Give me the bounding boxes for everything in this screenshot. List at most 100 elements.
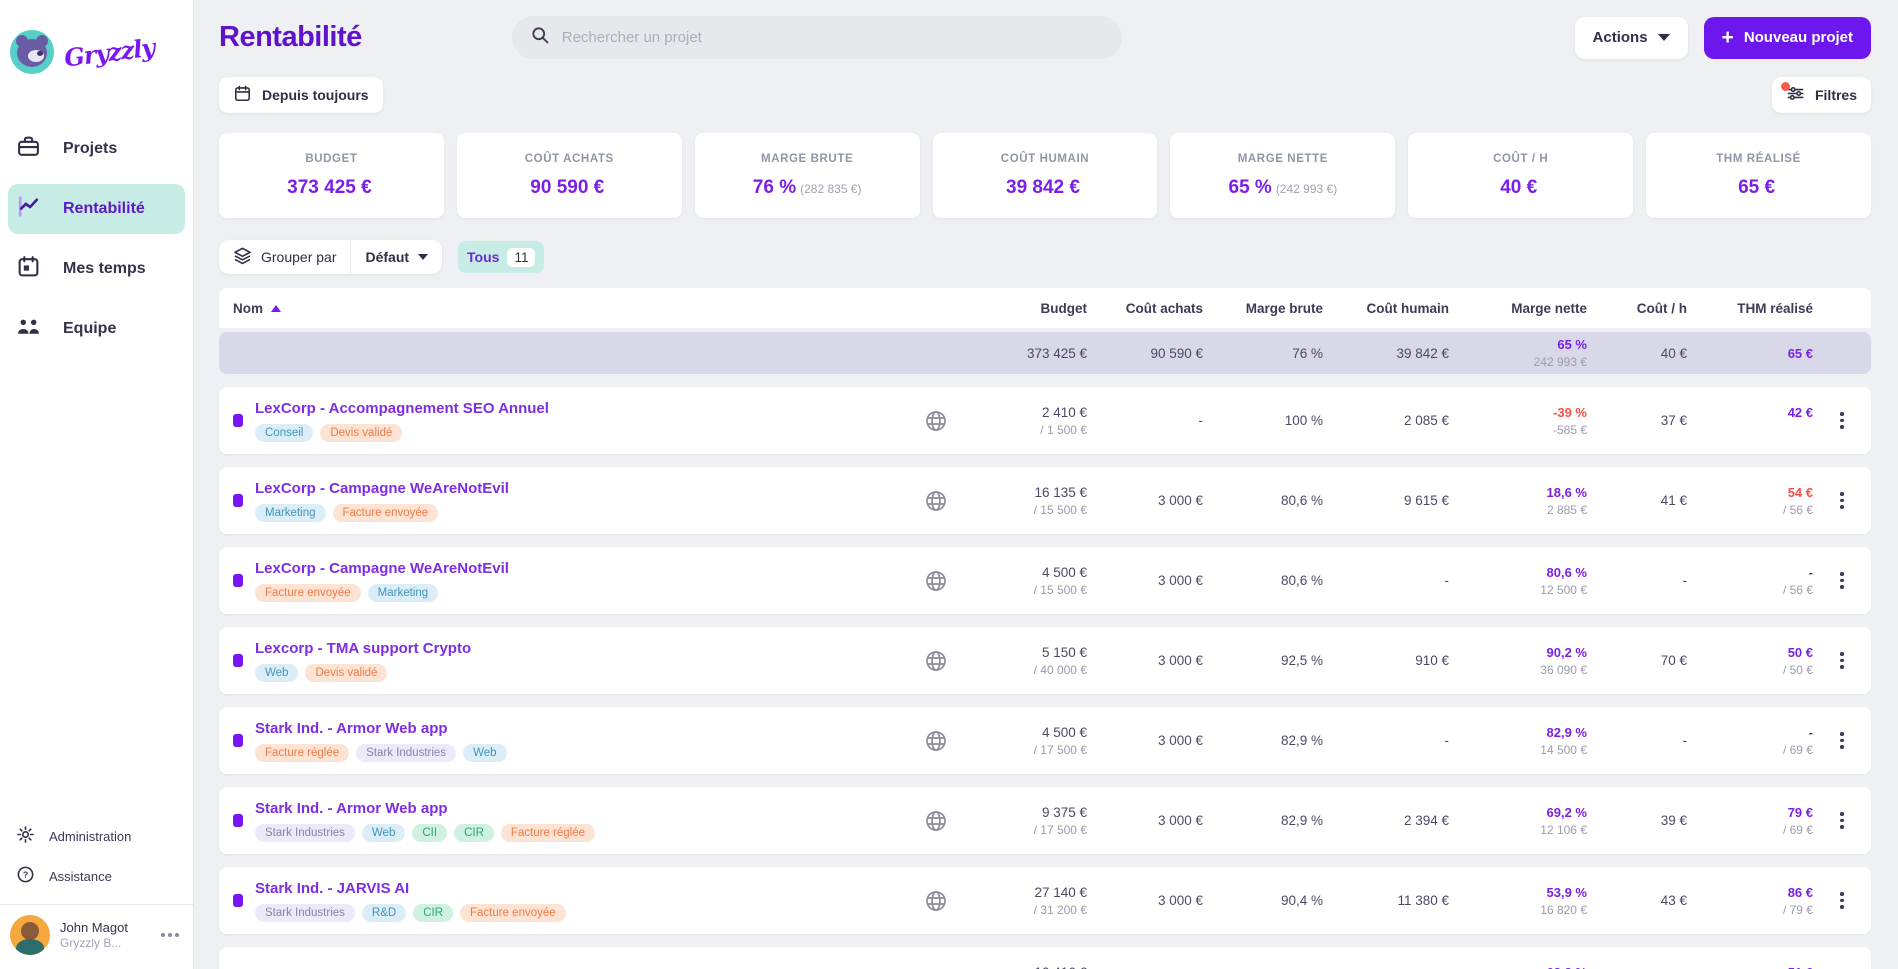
project-color-dot: [233, 654, 243, 667]
table-row[interactable]: Lexcorp - TMA support Crypto Web Devis v…: [219, 627, 1871, 694]
globe-icon[interactable]: [924, 649, 948, 673]
column-header-nom[interactable]: Nom: [233, 301, 905, 316]
tag-pill: CIR: [454, 823, 494, 842]
cell-thm-sub: / 69 €: [1782, 742, 1813, 757]
column-header[interactable]: Coût humain: [1331, 301, 1450, 316]
column-header[interactable]: Coût achats: [1095, 301, 1203, 316]
row-menu-icon[interactable]: [1835, 407, 1849, 434]
tab-count-badge: 11: [507, 247, 536, 267]
search-input[interactable]: [561, 29, 1104, 46]
table-row[interactable]: Stark Ind. - JARVIS AI Stark Industries …: [219, 867, 1871, 934]
sidebar-item-label: Equipe: [63, 320, 117, 337]
column-header[interactable]: Marge brute: [1211, 301, 1323, 316]
project-name-link[interactable]: Stark Ind. - JARVIS AI: [255, 880, 566, 897]
sidebar-item-administration[interactable]: Administration: [8, 818, 185, 854]
calendar-icon: [233, 84, 252, 106]
row-menu-icon[interactable]: [1835, 647, 1849, 674]
cell-budget: 9 375 €: [1041, 804, 1087, 820]
user-company: Gryzzly B...: [60, 936, 122, 951]
sidebar-item-label: Projets: [63, 140, 118, 157]
column-header[interactable]: Coût / h: [1595, 301, 1687, 316]
table-row[interactable]: LexCorp - Campagne WeAreNotEvil Marketin…: [219, 467, 1871, 534]
search-bar[interactable]: [511, 16, 1122, 59]
table-row[interactable]: Stark Ind. - Armor Web app Facture réglé…: [219, 707, 1871, 774]
cell-brute: 80,6 %: [1280, 493, 1323, 508]
date-filter-button[interactable]: Depuis toujours: [219, 77, 383, 113]
row-menu-icon[interactable]: [1835, 487, 1849, 514]
cell-budget-sub: / 15 500 €: [1033, 582, 1087, 597]
table-row[interactable]: Stark Ind. - Armor Web app Stark Industr…: [219, 787, 1871, 854]
project-tags: Conseil Devis validé: [255, 423, 549, 442]
cell-achats: 3 000 €: [1157, 573, 1203, 588]
app-avatar-icon[interactable]: [10, 30, 54, 74]
globe-icon[interactable]: [924, 489, 948, 513]
group-by-button[interactable]: Grouper par: [219, 240, 352, 274]
cell-thm: -: [1808, 564, 1813, 580]
sidebar-item-equipe[interactable]: Equipe: [8, 304, 185, 354]
user-avatar: [10, 915, 50, 955]
project-name-link[interactable]: Stark Ind. - Armor Web app: [255, 800, 595, 817]
row-menu-icon[interactable]: [1835, 727, 1849, 754]
project-name-link[interactable]: LexCorp - Campagne WeAreNotEvil: [255, 480, 509, 497]
column-header[interactable]: Budget: [967, 301, 1088, 316]
summary-nette: 65 %: [1557, 337, 1587, 352]
cell-brute: 82,9 %: [1280, 733, 1323, 748]
actions-button[interactable]: Actions: [1574, 16, 1688, 59]
user-menu-icon[interactable]: [157, 929, 183, 941]
column-header[interactable]: THM réalisé: [1695, 301, 1813, 316]
summary-budget: 373 425 €: [1026, 345, 1087, 361]
kpi-value: 65 €: [1738, 176, 1776, 198]
chevron-down-icon: [418, 254, 429, 260]
tab-tous[interactable]: Tous 11: [458, 241, 545, 273]
sidebar-item-projets[interactable]: Projets: [8, 124, 185, 174]
tag-pill: Facture réglée: [500, 823, 596, 842]
cell-thm: 54 €: [1787, 484, 1813, 500]
project-name-link[interactable]: LexCorp - Campagne WeAreNotEvil: [255, 560, 509, 577]
project-tags: Facture réglée Stark Industries Web: [255, 743, 507, 762]
row-menu-icon[interactable]: [1835, 887, 1849, 914]
sidebar-item-mes-temps[interactable]: Mes temps: [8, 244, 185, 294]
cell-budget-sub: / 17 500 €: [1033, 742, 1087, 757]
new-project-button[interactable]: + Nouveau projet: [1703, 16, 1871, 59]
globe-icon[interactable]: [924, 409, 948, 433]
cell-budget-sub: / 17 500 €: [1033, 822, 1087, 837]
globe-icon[interactable]: [924, 569, 948, 593]
plus-icon: +: [1721, 26, 1734, 49]
project-name-link[interactable]: Lexcorp - TMA support Crypto: [255, 640, 471, 657]
row-menu-icon[interactable]: [1835, 567, 1849, 594]
table-body: LexCorp - Accompagnement SEO Annuel Cons…: [219, 387, 1871, 969]
project-name-link[interactable]: Stark Ind. - Armor Web app: [255, 720, 507, 737]
tag-pill: Facture réglée: [255, 743, 350, 762]
cell-thm-sub: / 79 €: [1782, 902, 1813, 917]
table-row[interactable]: LexCorp - Campagne WeAreNotEvil Facture …: [219, 547, 1871, 614]
sidebar-item-rentabilite[interactable]: Rentabilité: [8, 184, 185, 234]
user-card[interactable]: John Magot Gryzzly B...: [0, 904, 193, 969]
chevron-down-icon: [1657, 34, 1670, 41]
tag-pill: Conseil: [255, 423, 314, 442]
cell-cout-h: 37 €: [1660, 413, 1687, 428]
briefcase-icon: [16, 134, 41, 164]
sidebar-item-label: Rentabilité: [63, 200, 145, 217]
table-row[interactable]: LexCorp - Accompagnement SEO Annuel Cons…: [219, 387, 1871, 454]
column-header[interactable]: Marge nette: [1457, 301, 1587, 316]
table-row[interactable]: Stark Ind. - Opé lancement Model MK2 10 …: [219, 947, 1871, 969]
group-by-value-dropdown[interactable]: Défaut: [351, 240, 442, 274]
cell-budget: 10 416 €: [967, 965, 1087, 969]
kpi-card: BUDGET 373 425 €: [219, 133, 444, 218]
cell-achats: 3 000 €: [1157, 733, 1203, 748]
tag-pill: Facture envoyée: [255, 583, 361, 602]
row-menu-icon[interactable]: [1835, 807, 1849, 834]
globe-icon[interactable]: [924, 889, 948, 913]
project-color-dot: [233, 894, 243, 907]
globe-icon[interactable]: [924, 809, 948, 833]
cell-thm: 86 €: [1787, 884, 1813, 900]
project-color-dot: [233, 414, 243, 427]
cell-nette: 82,9 %: [1546, 724, 1587, 740]
sidebar-item-assistance[interactable]: ? Assistance: [8, 858, 185, 894]
summary-brute: 76 %: [1292, 345, 1323, 361]
cell-achats: 3 000 €: [1157, 493, 1203, 508]
globe-icon[interactable]: [924, 729, 948, 753]
summary-row: 373 425 € 90 590 € 76 % 39 842 € 65 % 24…: [219, 332, 1871, 374]
cell-cout-h: -: [1682, 573, 1688, 588]
project-name-link[interactable]: LexCorp - Accompagnement SEO Annuel: [255, 400, 549, 417]
